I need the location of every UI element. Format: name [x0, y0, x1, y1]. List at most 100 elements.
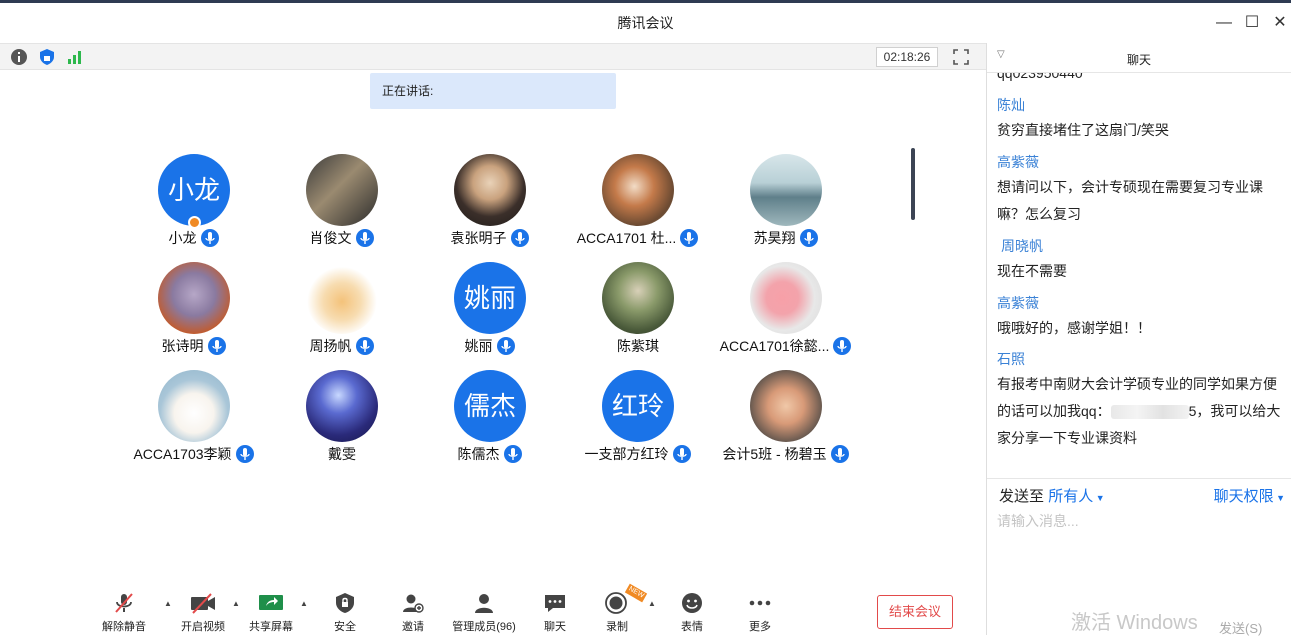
- maximize-button[interactable]: ☐: [1240, 11, 1264, 35]
- participant-tile[interactable]: 小龙 小龙: [120, 150, 268, 258]
- mic-icon: [355, 337, 374, 355]
- title-bar: 腾讯会议 — ☐ ✕: [0, 3, 1291, 43]
- close-button[interactable]: ✕: [1268, 11, 1291, 35]
- mic-icon: [680, 229, 699, 247]
- participant-name: 陈儒杰: [457, 446, 500, 462]
- participant-name: 苏昊翔: [753, 230, 796, 246]
- participant-tile[interactable]: ACCA1701徐懿...: [712, 258, 860, 366]
- invite-button[interactable]: 邀请: [394, 591, 432, 635]
- participant-tile[interactable]: 张诗明: [120, 258, 268, 366]
- emoji-button[interactable]: 表情: [673, 591, 711, 635]
- participant-name: 陈紫琪: [617, 338, 659, 354]
- chat-header: ▽ 聊天: [987, 43, 1291, 73]
- emoji-icon: [682, 593, 702, 613]
- participant-tile[interactable]: 袁张明子: [416, 150, 564, 258]
- speaking-indicator: 正在讲话:: [370, 73, 616, 109]
- avatar: 红玲: [602, 370, 674, 442]
- record-button[interactable]: 录制: [598, 591, 636, 635]
- window-title: 腾讯会议: [617, 15, 674, 31]
- video-button[interactable]: 开启视频: [178, 591, 228, 635]
- participant-tile[interactable]: 肖俊文: [268, 150, 416, 258]
- meeting-timer: 02:18:26: [876, 47, 938, 67]
- avatar: [750, 370, 822, 442]
- participant-name: ACCA1701 杜...: [576, 230, 677, 246]
- chat-permission-dropdown[interactable]: 聊天权限 ▼: [1214, 485, 1285, 506]
- caret-down-icon: ▼: [1093, 493, 1105, 503]
- members-icon: [475, 594, 493, 613]
- chat-message-text: 现在不需要: [997, 263, 1067, 279]
- windows-activation-watermark: 激活 Windows: [1071, 612, 1198, 634]
- mic-icon: [355, 229, 374, 247]
- participant-tile[interactable]: 红玲 一支部方红玲: [564, 366, 712, 474]
- participant-name: 张诗明: [161, 338, 204, 354]
- fullscreen-icon[interactable]: [952, 48, 970, 66]
- chat-input-divider: [987, 478, 1291, 479]
- send-button[interactable]: 发送(S): [1219, 618, 1262, 637]
- participant-tile[interactable]: 戴雯: [268, 366, 416, 474]
- more-dots-icon: [749, 600, 771, 606]
- unmute-button[interactable]: 解除静音: [100, 591, 148, 635]
- chat-message-text: 有报考中南财大会计学硕专业的同学如果方便的话可以加我qq： 5，我可以给大家分享一…: [997, 376, 1281, 446]
- info-icon[interactable]: [10, 48, 28, 66]
- participant-name: 会计5班 - 杨碧玉: [722, 446, 827, 462]
- chat-button[interactable]: 聊天: [536, 591, 574, 635]
- chat-message-list[interactable]: qq023950440 陈灿 贫穷直接堵住了这扇门/笑哭 高紫薇 想请问以下，会…: [987, 73, 1291, 473]
- chevron-up-icon[interactable]: ▲: [164, 599, 172, 608]
- participant-name: 一支部方红玲: [584, 446, 669, 462]
- participant-name: 肖俊文: [309, 230, 352, 246]
- avatar: 儒杰: [454, 370, 526, 442]
- meeting-toolbar: 02:18:26: [0, 43, 986, 70]
- add-user-icon: [403, 594, 424, 613]
- minimize-button[interactable]: —: [1212, 11, 1236, 35]
- participant-name: ACCA1701徐懿...: [719, 338, 830, 354]
- participant-tile[interactable]: 苏昊翔: [712, 150, 860, 258]
- participant-name: 袁张明子: [450, 230, 507, 246]
- chat-message-text: 贫穷直接堵住了这扇门/笑哭: [997, 122, 1169, 138]
- shield-icon[interactable]: [38, 48, 56, 66]
- mic-muted-icon: [115, 593, 133, 613]
- participant-tile[interactable]: ACCA1703李颖: [120, 366, 268, 474]
- mic-icon: [833, 337, 852, 355]
- chevron-up-icon[interactable]: ▲: [300, 599, 308, 608]
- chat-message-text: qq023950440: [997, 73, 1083, 81]
- avatar: [602, 154, 674, 226]
- avatar: [750, 262, 822, 334]
- manage-members-button[interactable]: 管理成员(96): [448, 591, 520, 635]
- gallery-scrollbar[interactable]: [911, 148, 915, 220]
- camera-off-icon: [191, 593, 215, 614]
- avatar: [306, 370, 378, 442]
- redacted-blur: [1110, 405, 1189, 420]
- chat-sender[interactable]: 高紫薇: [997, 293, 1039, 313]
- chat-input[interactable]: 请输入消息...: [997, 511, 1281, 533]
- send-to-selector[interactable]: 发送至 所有人 ▼: [999, 485, 1105, 506]
- recipient-dropdown[interactable]: 所有人: [1048, 488, 1093, 505]
- avatar: [750, 154, 822, 226]
- participant-tile[interactable]: 姚丽 姚丽: [416, 258, 564, 366]
- avatar: [454, 154, 526, 226]
- chat-sender[interactable]: 高紫薇: [997, 152, 1039, 172]
- participant-tile[interactable]: 陈紫琪: [564, 258, 712, 366]
- avatar: [158, 370, 230, 442]
- chat-sender[interactable]: 石照: [997, 349, 1025, 369]
- signal-icon[interactable]: [66, 48, 84, 66]
- end-meeting-button[interactable]: 结束会议: [877, 595, 953, 629]
- participant-tile[interactable]: ACCA1701 杜...: [564, 150, 712, 258]
- chevron-up-icon[interactable]: ▲: [232, 599, 240, 608]
- mic-icon: [799, 229, 818, 247]
- meeting-controls: 解除静音 ▲ 开启视频 ▲ 共享屏幕 ▲ 安全 邀请 管理成员(96) 聊天 录…: [0, 583, 986, 635]
- share-screen-button[interactable]: 共享屏幕: [246, 591, 296, 635]
- chat-panel: ▽ 聊天 qq023950440 陈灿 贫穷直接堵住了这扇门/笑哭 高紫薇 想请…: [987, 43, 1291, 637]
- participant-tile[interactable]: 儒杰 陈儒杰: [416, 366, 564, 474]
- participant-tile[interactable]: 周扬帆: [268, 258, 416, 366]
- participant-name: 周扬帆: [309, 338, 352, 354]
- chat-sender[interactable]: 陈灿: [997, 95, 1025, 115]
- participant-name: 戴雯: [328, 446, 356, 462]
- security-button[interactable]: 安全: [326, 591, 364, 635]
- mic-icon: [496, 337, 515, 355]
- mic-icon: [235, 445, 254, 463]
- participant-tile[interactable]: 会计5班 - 杨碧玉: [712, 366, 860, 474]
- participant-name: 姚丽: [464, 338, 493, 354]
- more-button[interactable]: 更多: [741, 591, 779, 635]
- chat-sender[interactable]: 周晓帆: [1001, 236, 1043, 256]
- chevron-up-icon[interactable]: ▲: [648, 599, 656, 608]
